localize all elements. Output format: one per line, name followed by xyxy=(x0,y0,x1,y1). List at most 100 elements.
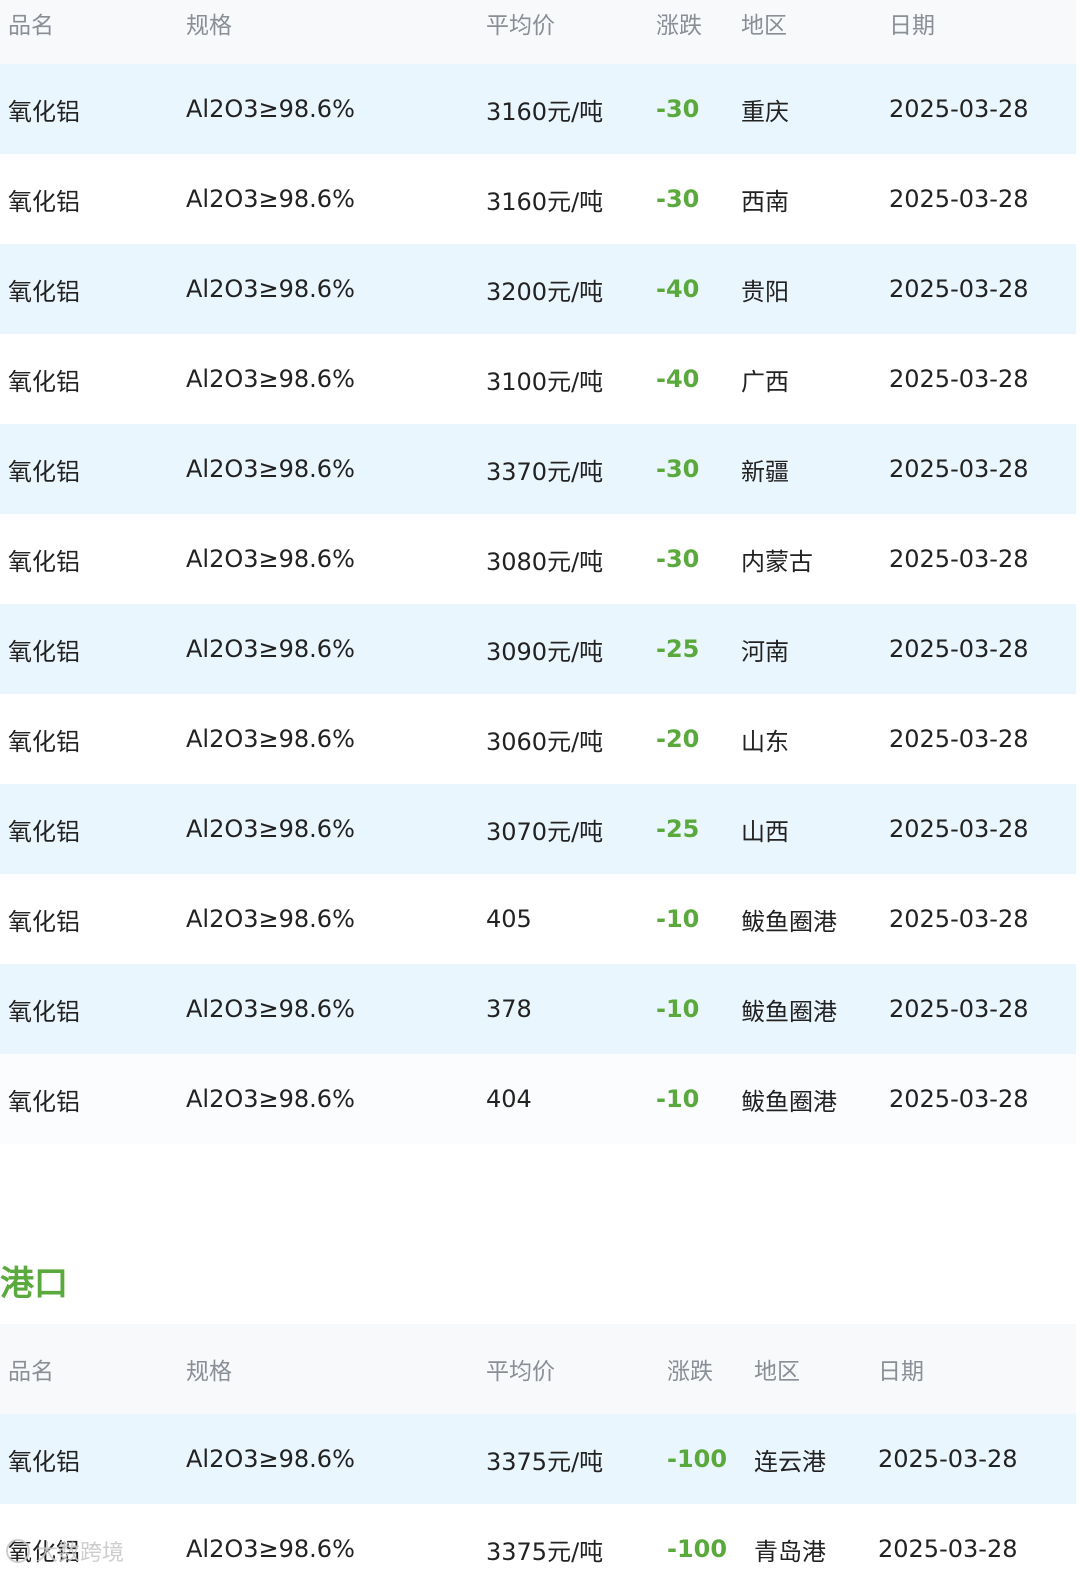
cell-change: -25 xyxy=(656,635,700,663)
table-row: 氧化铝 Al2O3≥98.6% 3370元/吨 -30 新疆 2025-03-2… xyxy=(0,424,1076,514)
table-row: 氧化铝 Al2O3≥98.6% 3090元/吨 -25 河南 2025-03-2… xyxy=(0,604,1076,694)
cell-change: -30 xyxy=(656,545,700,573)
cell-date: 2025-03-28 xyxy=(889,365,1029,393)
cell-price: 3160元/吨 xyxy=(486,187,604,216)
header-date: 日期 xyxy=(889,13,935,39)
cell-date: 2025-03-28 xyxy=(878,1445,1018,1473)
cell-region: 广西 xyxy=(741,367,789,396)
cell-change: -10 xyxy=(656,995,700,1023)
header-date: 日期 xyxy=(878,1359,924,1385)
cell-price: 3060元/吨 xyxy=(486,727,604,756)
header-price: 平均价 xyxy=(486,13,555,39)
cell-spec: Al2O3≥98.6% xyxy=(186,1445,355,1473)
cell-region: 鲅鱼圈港 xyxy=(741,997,837,1026)
cell-spec: Al2O3≥98.6% xyxy=(186,185,355,213)
cell-date: 2025-03-28 xyxy=(889,905,1029,933)
header-spec: 规格 xyxy=(186,1359,232,1385)
header-region: 地区 xyxy=(754,1359,800,1385)
cell-region: 重庆 xyxy=(741,97,789,126)
cell-date: 2025-03-28 xyxy=(889,815,1029,843)
cell-spec: Al2O3≥98.6% xyxy=(186,95,355,123)
cell-price: 3375元/吨 xyxy=(486,1537,604,1566)
section-title-port: 港口 xyxy=(0,1264,68,1304)
header-name: 品名 xyxy=(8,13,54,39)
cell-date: 2025-03-28 xyxy=(889,995,1029,1023)
cell-region: 西南 xyxy=(741,187,789,216)
header-name: 品名 xyxy=(8,1359,54,1385)
table-header: 品名 规格 平均价 涨跌 地区 日期 xyxy=(0,0,1076,64)
cell-name: 氧化铝 xyxy=(8,997,80,1026)
cell-date: 2025-03-28 xyxy=(889,725,1029,753)
cell-region: 河南 xyxy=(741,637,789,666)
watermark-text: 大数跨境 xyxy=(36,1541,125,1566)
table-row: 氧化铝 Al2O3≥98.6% 3200元/吨 -40 贵阳 2025-03-2… xyxy=(0,244,1076,334)
cell-spec: Al2O3≥98.6% xyxy=(186,815,355,843)
cell-spec: Al2O3≥98.6% xyxy=(186,455,355,483)
cell-date: 2025-03-28 xyxy=(889,1085,1029,1113)
cell-region: 贵阳 xyxy=(741,277,789,306)
cell-name: 氧化铝 xyxy=(8,97,80,126)
cell-price: 405 xyxy=(486,905,532,933)
table-row: 氧化铝 Al2O3≥98.6% 3060元/吨 -20 山东 2025-03-2… xyxy=(0,694,1076,784)
table-row: 氧化铝 Al2O3≥98.6% 405 -10 鲅鱼圈港 2025-03-28 xyxy=(0,874,1076,964)
cell-name: 氧化铝 xyxy=(8,457,80,486)
cell-spec: Al2O3≥98.6% xyxy=(186,1535,355,1563)
table-row: 氧化铝 Al2O3≥98.6% 3160元/吨 -30 重庆 2025-03-2… xyxy=(0,64,1076,154)
cell-price: 3375元/吨 xyxy=(486,1447,604,1476)
cell-change: -40 xyxy=(656,365,700,393)
cell-name: 氧化铝 xyxy=(8,367,80,396)
cell-price: 3200元/吨 xyxy=(486,277,604,306)
cell-spec: Al2O3≥98.6% xyxy=(186,1085,355,1113)
cell-change: -100 xyxy=(667,1535,728,1563)
cell-region: 山西 xyxy=(741,817,789,846)
cell-name: 氧化铝 xyxy=(8,547,80,576)
table-row: 氧化铝 Al2O3≥98.6% 3375元/吨 -100 青岛港 2025-03… xyxy=(0,1504,1076,1594)
cell-price: 3070元/吨 xyxy=(486,817,604,846)
cell-name: 氧化铝 xyxy=(8,277,80,306)
cell-region: 鲅鱼圈港 xyxy=(741,1087,837,1116)
cell-spec: Al2O3≥98.6% xyxy=(186,905,355,933)
cell-name: 氧化铝 xyxy=(8,1447,80,1476)
cell-change: -30 xyxy=(656,95,700,123)
table-header: 品名 规格 平均价 涨跌 地区 日期 xyxy=(0,1324,1076,1414)
cell-price: 3100元/吨 xyxy=(486,367,604,396)
cell-region: 新疆 xyxy=(741,457,789,486)
cell-spec: Al2O3≥98.6% xyxy=(186,725,355,753)
cell-change: -10 xyxy=(656,1085,700,1113)
cell-date: 2025-03-28 xyxy=(889,185,1029,213)
cell-price: 3370元/吨 xyxy=(486,457,604,486)
cell-name: 氧化铝 xyxy=(8,1087,80,1116)
price-table-port: 品名 规格 平均价 涨跌 地区 日期 氧化铝 Al2O3≥98.6% 3375元… xyxy=(0,1324,1076,1594)
header-spec: 规格 xyxy=(186,13,232,39)
cell-change: -30 xyxy=(656,185,700,213)
cell-region: 连云港 xyxy=(754,1447,826,1476)
cell-change: -25 xyxy=(656,815,700,843)
cell-price: 378 xyxy=(486,995,532,1023)
cell-spec: Al2O3≥98.6% xyxy=(186,275,355,303)
header-price: 平均价 xyxy=(486,1359,555,1385)
cell-date: 2025-03-28 xyxy=(889,95,1029,123)
cell-price: 404 xyxy=(486,1085,532,1113)
cell-date: 2025-03-28 xyxy=(889,545,1029,573)
cell-name: 氧化铝 xyxy=(8,637,80,666)
table-row: 氧化铝 Al2O3≥98.6% 3080元/吨 -30 内蒙古 2025-03-… xyxy=(0,514,1076,604)
cell-spec: Al2O3≥98.6% xyxy=(186,995,355,1023)
cell-price: 3090元/吨 xyxy=(486,637,604,666)
cell-region: 鲅鱼圈港 xyxy=(741,907,837,936)
cell-change: -10 xyxy=(656,905,700,933)
price-table-regional: 品名 规格 平均价 涨跌 地区 日期 氧化铝 Al2O3≥98.6% 3160元… xyxy=(0,0,1076,1144)
header-change: 涨跌 xyxy=(667,1359,713,1385)
header-region: 地区 xyxy=(741,13,787,39)
cell-region: 内蒙古 xyxy=(741,547,813,576)
cell-change: -30 xyxy=(656,455,700,483)
cell-date: 2025-03-28 xyxy=(878,1535,1018,1563)
cell-name: 氧化铝 xyxy=(8,817,80,846)
table-row: 氧化铝 Al2O3≥98.6% 3160元/吨 -30 西南 2025-03-2… xyxy=(0,154,1076,244)
cell-name: 氧化铝 xyxy=(8,907,80,936)
table-row: 氧化铝 Al2O3≥98.6% 378 -10 鲅鱼圈港 2025-03-28 xyxy=(0,964,1076,1054)
header-change: 涨跌 xyxy=(656,13,702,39)
cell-region: 山东 xyxy=(741,727,789,756)
table-row: 氧化铝 Al2O3≥98.6% 404 -10 鲅鱼圈港 2025-03-28 xyxy=(0,1054,1076,1144)
